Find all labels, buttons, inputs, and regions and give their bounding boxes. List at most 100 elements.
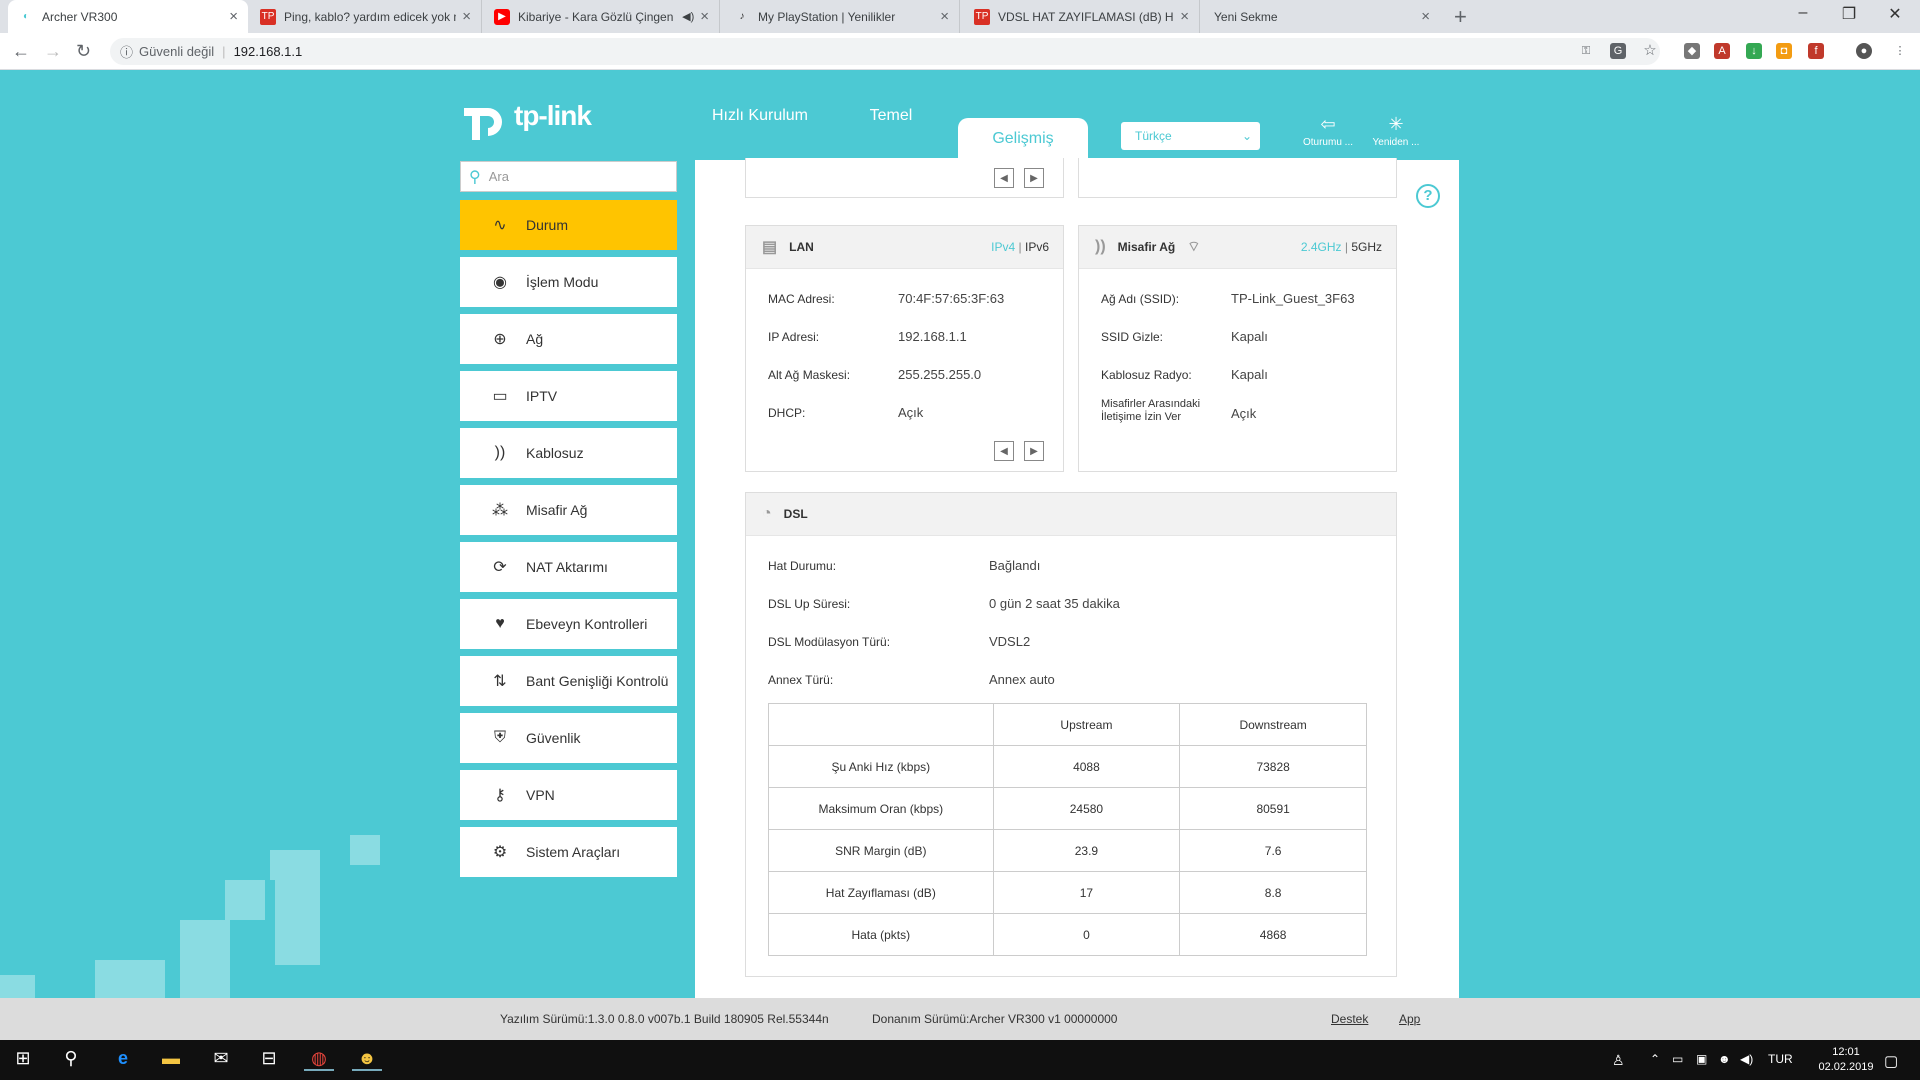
next-page-button[interactable]: ▶ — [1024, 168, 1044, 188]
close-window-button[interactable]: ✕ — [1872, 4, 1918, 24]
restore-button[interactable]: ❐ — [1826, 4, 1872, 24]
sidebar-item-operation-mode[interactable]: ◉ İşlem Modu — [460, 257, 677, 307]
tray-app-icon[interactable]: ☻ — [1718, 1052, 1731, 1066]
band-24-toggle[interactable]: 2.4GHz — [1301, 240, 1342, 254]
table-row: Maksimum Oran (kbps) 24580 80591 — [768, 787, 1367, 830]
nav-basic[interactable]: Temel — [856, 100, 926, 132]
table-header-cell — [768, 703, 994, 746]
router-page: tp-link Hızlı Kurulum Temel Gelişmiş Tür… — [0, 70, 1920, 1040]
sidebar-item-wireless[interactable]: )) Kablosuz — [460, 428, 677, 478]
tray-app-icon[interactable]: ▣ — [1696, 1052, 1707, 1066]
next-page-button[interactable]: ▶ — [1024, 441, 1044, 461]
sidebar-item-security[interactable]: ⛨ Güvenlik — [460, 713, 677, 763]
windows-start-icon[interactable]: ⊞ — [8, 1048, 38, 1069]
dsl-panel: ◔ DSL Hat Durumu: Bağlandı DSL Up Süresi… — [745, 492, 1397, 977]
clock[interactable]: 12:01 02.02.2019 — [1818, 1045, 1874, 1075]
chrome-icon[interactable]: ◍ — [304, 1048, 334, 1071]
sidebar-item-parental[interactable]: ♥ Ebeveyn Kontrolleri — [460, 599, 677, 649]
ipv6-toggle[interactable]: IPv6 — [1025, 240, 1049, 254]
forward-button[interactable]: → — [44, 41, 62, 62]
edge-icon[interactable]: e — [108, 1048, 138, 1069]
tab-archer[interactable]: ◐ Archer VR300 × — [8, 0, 248, 33]
reboot-icon: ✳ — [1388, 114, 1404, 134]
star-icon[interactable]: ☆ — [1642, 43, 1658, 59]
translate-icon[interactable]: G — [1610, 43, 1626, 59]
search-input[interactable]: ⚲ Ara — [460, 161, 677, 192]
tab-new[interactable]: Yeni Sekme × — [1204, 0, 1440, 33]
sidebar-item-nat[interactable]: ⟳ NAT Aktarımı — [460, 542, 677, 592]
ipv4-toggle[interactable]: IPv4 — [991, 240, 1015, 254]
close-tab-icon[interactable]: × — [1180, 8, 1189, 25]
app-link[interactable]: App — [1399, 1012, 1420, 1026]
network-icon[interactable]: ▭ — [1672, 1052, 1683, 1066]
sidebar-item-status[interactable]: ∿ Durum — [460, 200, 677, 250]
address-bar[interactable]: ⓘ Güvenli değil | 192.168.1.1 — [110, 38, 1660, 65]
chevron-up-icon[interactable]: ⌃ — [1650, 1052, 1660, 1066]
key-icon[interactable]: ⚿ — [1578, 43, 1594, 59]
volume-icon[interactable]: ◀) — [1740, 1052, 1753, 1066]
info-icon[interactable]: ⓘ — [120, 42, 133, 61]
store-icon[interactable]: ⊟ — [254, 1048, 284, 1069]
table-header-row: Upstream Downstream — [768, 703, 1367, 746]
browser-tab-bar: ◐ Archer VR300 × TP Ping, kablo? yardım … — [0, 0, 1920, 33]
prev-page-button[interactable]: ◀ — [994, 168, 1014, 188]
reboot-button[interactable]: ✳ Yeniden ... — [1366, 114, 1426, 148]
lan-mask-value: 255.255.255.0 — [898, 367, 982, 382]
table-cell: 24580 — [992, 787, 1181, 830]
close-tab-icon[interactable]: × — [700, 8, 709, 25]
support-link[interactable]: Destek — [1331, 1012, 1368, 1026]
tp-link-logo[interactable]: tp-link — [458, 90, 592, 142]
lan-panel: ▤ LAN IPv4 | IPv6 MAC Adresi: 70:4F:57:6… — [745, 225, 1064, 472]
tab-playstation[interactable]: ♪ My PlayStation | Yenilikler × — [724, 0, 960, 33]
mail-icon[interactable]: ✉ — [206, 1048, 236, 1069]
back-button[interactable]: ← — [12, 41, 30, 62]
band-5-toggle[interactable]: 5GHz — [1351, 240, 1382, 254]
decor-square — [225, 880, 265, 920]
reload-button[interactable]: ↻ — [76, 41, 91, 62]
people-icon[interactable]: ♙ — [1612, 1052, 1625, 1069]
table-row: Şu Anki Hız (kbps) 4088 73828 — [768, 745, 1367, 788]
guest-isolation-value: Açık — [1231, 406, 1257, 421]
sidebar-item-system-tools[interactable]: ⚙ Sistem Araçları — [460, 827, 677, 877]
minimize-button[interactable]: – — [1780, 4, 1826, 22]
search-icon[interactable]: ⚲ — [56, 1048, 86, 1069]
language-select[interactable]: Türkçe ⌄ — [1121, 122, 1260, 150]
flash-extension-icon[interactable]: f — [1808, 43, 1824, 59]
green-extension-icon[interactable]: ↓ — [1746, 43, 1762, 59]
speaker-icon[interactable]: ◀) — [682, 10, 694, 23]
sidebar-item-guest-network[interactable]: ⁂ Misafir Ağ — [460, 485, 677, 535]
nav-quick-setup[interactable]: Hızlı Kurulum — [706, 100, 814, 132]
notifications-icon[interactable]: ▢ — [1884, 1052, 1898, 1070]
input-language[interactable]: TUR — [1768, 1052, 1793, 1066]
sidebar-item-iptv[interactable]: ▭ IPTV — [460, 371, 677, 421]
tab-vdsl[interactable]: TP VDSL HAT ZAYIFLAMASI (dB) HE × — [964, 0, 1200, 33]
orange-extension-icon[interactable]: ◘ — [1776, 43, 1792, 59]
close-tab-icon[interactable]: × — [1421, 8, 1430, 25]
shield-extension-icon[interactable]: ◆ — [1684, 43, 1700, 59]
tab-ping[interactable]: TP Ping, kablo? yardım edicek yok m × — [250, 0, 482, 33]
sidebar-item-bandwidth[interactable]: ⇅ Bant Genişliği Kontrolü — [460, 656, 677, 706]
tab-youtube[interactable]: ▶ Kibariye - Kara Gözlü Çingen ◀) × — [484, 0, 720, 33]
help-icon[interactable]: ? — [1416, 184, 1440, 208]
globe-icon: ⊕ — [493, 331, 507, 348]
new-tab-button[interactable]: + — [1454, 4, 1467, 30]
technopat-icon: TP — [260, 8, 276, 25]
pdf-extension-icon[interactable]: A — [1714, 43, 1730, 59]
prev-page-button[interactable]: ◀ — [994, 441, 1014, 461]
profile-icon[interactable]: ● — [1856, 43, 1872, 59]
sidebar-item-vpn[interactable]: ⚷ VPN — [460, 770, 677, 820]
table-cell: 8.8 — [1179, 871, 1367, 914]
dsl-uptime-value: 0 gün 2 saat 35 dakika — [989, 596, 1120, 611]
sidebar-item-network[interactable]: ⊕ Ağ — [460, 314, 677, 364]
wifi-signal-icon: )) — [1095, 238, 1106, 255]
lan-dhcp-label: DHCP: — [768, 406, 806, 420]
close-tab-icon[interactable]: × — [462, 8, 471, 25]
decor-square — [270, 850, 320, 880]
menu-icon[interactable]: ⋮ — [1892, 43, 1908, 59]
nav-advanced[interactable]: Gelişmiş — [958, 118, 1088, 160]
close-tab-icon[interactable]: × — [940, 8, 949, 25]
file-explorer-icon[interactable]: ▬ — [156, 1048, 186, 1069]
logout-button[interactable]: ⇦ Oturumu ... — [1298, 114, 1358, 148]
close-tab-icon[interactable]: × — [229, 8, 238, 25]
app-icon[interactable]: ☻ — [352, 1048, 382, 1071]
